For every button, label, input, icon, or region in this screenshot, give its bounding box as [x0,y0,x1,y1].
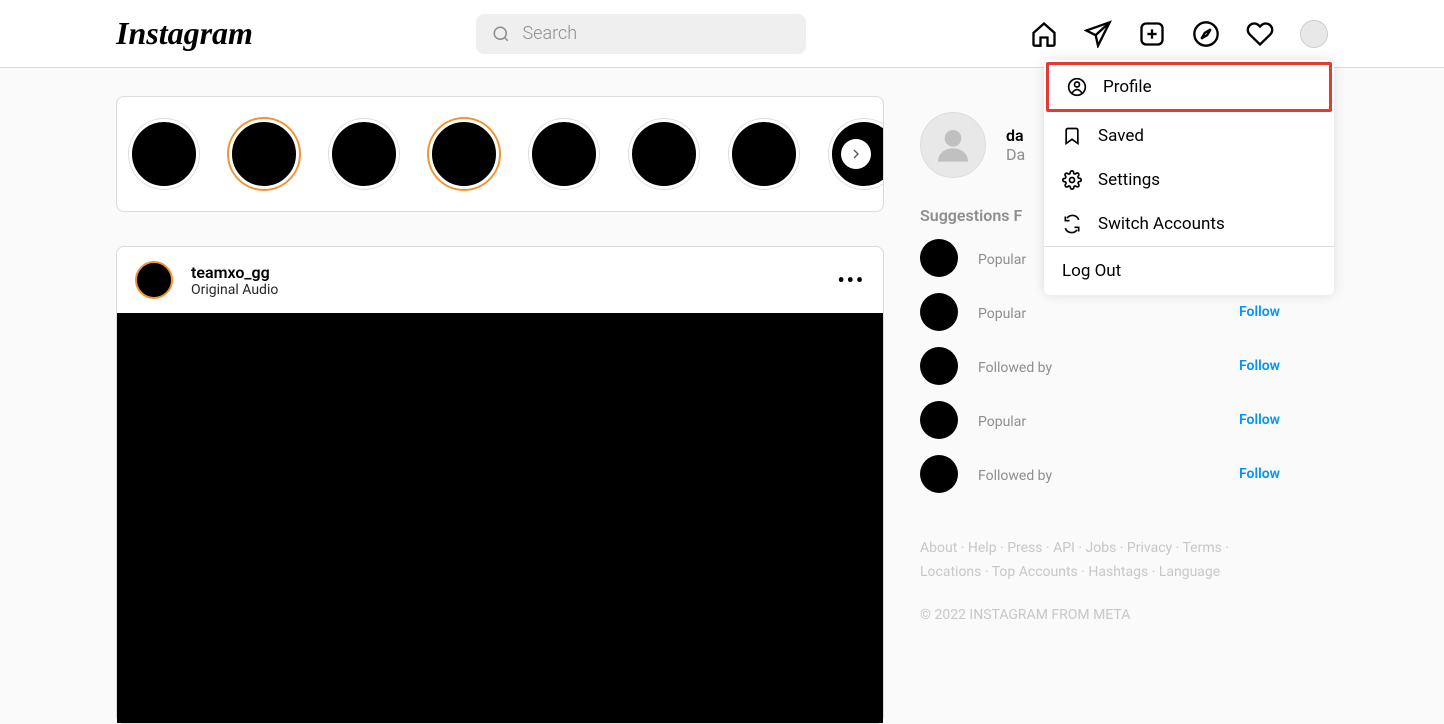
explore-icon[interactable] [1192,20,1220,48]
story-item[interactable] [129,119,199,189]
suggestion-info: Popular [978,414,1026,430]
footer-link[interactable]: Press [1007,540,1042,556]
post-audio-label[interactable]: Original Audio [191,282,278,298]
profile-icon [1067,77,1087,97]
story-item[interactable] [329,119,399,189]
home-icon[interactable] [1030,20,1058,48]
gear-icon [1062,170,1082,190]
suggestion-info: Followed by [978,360,1052,376]
chevron-right-icon [848,146,864,162]
footer-link[interactable]: About [920,540,957,556]
footer-link[interactable]: Terms [1183,540,1222,556]
follow-button[interactable]: Follow [1239,358,1280,374]
suggestion-avatar[interactable] [920,239,958,277]
instagram-logo[interactable]: Instagram [116,15,253,52]
story-item[interactable] [729,119,799,189]
person-icon [933,125,973,165]
suggestion-avatar[interactable] [920,347,958,385]
footer-link[interactable]: Language [1159,564,1220,580]
suggestion-avatar[interactable] [920,293,958,331]
suggestion-item: Popular Follow [920,393,1280,447]
dropdown-logout-label: Log Out [1062,261,1121,281]
footer-link[interactable]: Privacy [1127,540,1172,556]
new-post-icon[interactable] [1138,20,1166,48]
story-item[interactable] [529,119,599,189]
suggestion-info: Followed by [978,468,1052,484]
post-header: teamxo_gg Original Audio ••• [117,247,883,313]
main-column: teamxo_gg Original Audio ••• [116,96,884,724]
suggestion-info: Popular [978,306,1026,322]
footer-link[interactable]: Jobs [1086,540,1117,556]
messages-icon[interactable] [1084,20,1112,48]
sidebar-username[interactable]: da [1006,126,1025,145]
suggestion-info: Popular [978,252,1026,268]
dropdown-switch[interactable]: Switch Accounts [1044,202,1334,246]
footer-copyright: © 2022 INSTAGRAM FROM META [920,607,1280,623]
search-icon [492,25,510,43]
follow-button[interactable]: Follow [1239,304,1280,320]
stories-next-button[interactable] [841,139,871,169]
dropdown-settings[interactable]: Settings [1044,158,1334,202]
footer-link[interactable]: Help [968,540,997,556]
dropdown-switch-label: Switch Accounts [1098,214,1225,234]
dropdown-profile-label: Profile [1103,77,1152,97]
dropdown-saved-label: Saved [1098,126,1144,146]
footer-link[interactable]: Hashtags [1088,564,1148,580]
suggestion-item: Followed by Follow [920,447,1280,501]
footer-link[interactable]: Locations [920,564,981,580]
post-more-button[interactable]: ••• [837,268,865,292]
story-item[interactable] [429,119,499,189]
search-input[interactable]: Search [476,14,806,54]
activity-icon[interactable] [1246,20,1274,48]
suggestion-avatar[interactable] [920,455,958,493]
story-item[interactable] [629,119,699,189]
dropdown-settings-label: Settings [1098,170,1160,190]
profile-avatar-icon[interactable] [1300,20,1328,48]
search-placeholder: Search [522,23,577,44]
dropdown-saved[interactable]: Saved [1044,114,1334,158]
nav-icons [1030,20,1328,48]
suggestion-item: Followed by Follow [920,339,1280,393]
dropdown-profile[interactable]: Profile [1046,62,1332,112]
footer-links: About · Help · Press · API · Jobs · Priv… [920,537,1280,585]
dropdown-logout[interactable]: Log Out [1044,247,1334,295]
feed-post: teamxo_gg Original Audio ••• [116,246,884,724]
sidebar-displayname: Da [1006,145,1025,164]
stories-tray [116,96,884,212]
story-item[interactable] [229,119,299,189]
profile-dropdown: Profile Saved Settings Switch Accounts L… [1044,60,1334,295]
footer-link[interactable]: Top Accounts [992,564,1078,580]
footer-link[interactable]: API [1053,540,1075,556]
swap-icon [1062,214,1082,234]
post-username[interactable]: teamxo_gg [191,263,278,282]
bookmark-icon [1062,126,1082,146]
header: Instagram Search [0,0,1444,68]
post-avatar[interactable] [135,261,173,299]
follow-button[interactable]: Follow [1239,466,1280,482]
suggestion-avatar[interactable] [920,401,958,439]
follow-button[interactable]: Follow [1239,412,1280,428]
sidebar-avatar[interactable] [920,112,986,178]
post-media[interactable] [117,313,883,723]
